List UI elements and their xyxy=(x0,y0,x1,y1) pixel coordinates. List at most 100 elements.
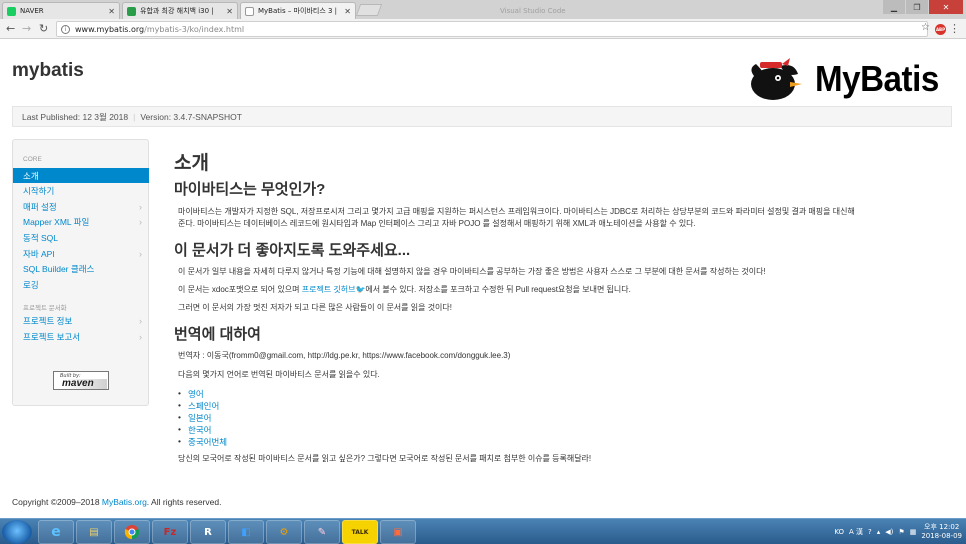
minimize-button[interactable]: ▁ xyxy=(883,0,905,14)
sidebar-item-sql-builder[interactable]: SQL Builder 클래스 xyxy=(13,261,149,276)
network-icon[interactable]: ▦ xyxy=(910,528,917,536)
bird-icon: 🐦 xyxy=(355,285,366,294)
language-link-korean[interactable]: 한국어 xyxy=(178,424,227,436)
shield-favicon-icon xyxy=(127,6,136,16)
sidebar-item-project-info[interactable]: 프로젝트 정보 › xyxy=(13,313,149,328)
clock-date: 2018-08-09 xyxy=(921,532,962,540)
help-p2-text-end: 에서 볼수 있다. 저장소를 포크하고 수정한 뒤 Pull request요청… xyxy=(365,285,631,294)
tab-mybatis[interactable]: MyBatis – 마이바티스 3 | ✕ xyxy=(240,2,356,19)
section-heading-what: 마이바티스는 무엇인가? xyxy=(174,181,326,198)
language-link-japanese[interactable]: 일본어 xyxy=(178,412,227,424)
clock-time: 오후 12:02 xyxy=(924,523,960,531)
tray-arrow-icon[interactable]: ▴ xyxy=(877,528,881,536)
paint-icon[interactable]: ✎ xyxy=(304,520,340,544)
app-gear-icon[interactable]: ⚙ xyxy=(266,520,302,544)
built-by-maven-badge[interactable]: Built by: maven xyxy=(53,371,109,390)
footer-mybatis-link[interactable]: MyBatis.org xyxy=(102,497,147,507)
filezilla-icon[interactable]: Fz xyxy=(152,520,188,544)
sidebar-item-label: 로깅 xyxy=(23,279,39,290)
sidebar-item-label: 시작하기 xyxy=(23,185,55,196)
sidebar-item-label: 매퍼 설정 xyxy=(23,201,57,212)
sidebar-item-project-reports[interactable]: 프로젝트 보고서 › xyxy=(13,329,149,344)
sidebar-item-label: 소개 xyxy=(23,170,39,181)
language-link-english[interactable]: 영어 xyxy=(178,388,227,400)
chevron-right-icon: › xyxy=(139,315,142,326)
help-paragraph-3: 그러면 이 문서의 가장 멋진 저자가 되고 다른 많은 사람들이 이 문서를 … xyxy=(178,303,452,312)
back-arrow-icon[interactable]: ← xyxy=(6,22,15,35)
logo-text[interactable]: MyBatis xyxy=(815,58,939,100)
last-published: Last Published: 12 3월 2018 xyxy=(22,111,129,122)
sidebar-item-mapper-xml[interactable]: Mapper XML 파일 › xyxy=(13,214,149,229)
system-tray: KO A 漢 ? ▴ ◀) ⚑ ▦ 오후 12:02 2018-08-09 xyxy=(834,522,962,542)
chrome-icon[interactable] xyxy=(114,520,150,544)
tab-title: NAVER xyxy=(20,7,44,15)
r-icon[interactable]: R xyxy=(190,520,226,544)
file-explorer-icon[interactable]: ▤ xyxy=(76,520,112,544)
url-path: /mybatis-3/ko/index.html xyxy=(144,24,245,34)
translator-paragraph: 번역자 : 이동국(fromm0@gmail.com, http://ldg.p… xyxy=(178,351,511,360)
language-link-chinese-traditional[interactable]: 중국어번체 xyxy=(178,436,227,448)
chrome-logo-icon xyxy=(124,525,140,540)
kakaotalk-icon[interactable]: TALK xyxy=(342,520,378,544)
language-link-spanish[interactable]: 스페인어 xyxy=(178,400,227,412)
ime-mode[interactable]: A 漢 xyxy=(849,527,863,537)
tab-hyundai[interactable]: 유합과 최강 해치백 i30 | ✕ xyxy=(122,2,238,19)
maximize-button[interactable]: ❐ xyxy=(906,0,928,14)
sidebar-item-java-api[interactable]: 자바 API › xyxy=(13,246,149,261)
nav-header-project-docs: 프로젝트 문서화 xyxy=(23,305,67,312)
footer-text-end: . All rights reserved. xyxy=(146,497,222,507)
divider: | xyxy=(133,111,136,122)
sidebar-item-configuration[interactable]: 매퍼 설정 › xyxy=(13,199,149,214)
sidebar-item-label: 프로젝트 보고서 xyxy=(23,331,81,342)
sidebar-item-dynamic-sql[interactable]: 동적 SQL xyxy=(13,230,149,245)
window-close-button[interactable]: ✕ xyxy=(929,0,963,14)
close-icon[interactable]: ✕ xyxy=(108,7,115,16)
adblock-icon[interactable]: ABP xyxy=(935,24,946,35)
close-icon[interactable]: ✕ xyxy=(344,7,351,16)
reload-icon[interactable]: ↻ xyxy=(39,22,48,35)
tab-title: MyBatis – 마이바티스 3 | xyxy=(258,7,338,15)
site-title[interactable]: mybatis xyxy=(12,60,84,82)
sidebar-item-label: 자바 API xyxy=(23,248,55,259)
browser-toolbar: ← → ↻ i www.mybatis.org /mybatis-3/ko/in… xyxy=(0,19,966,39)
menu-kebab-icon[interactable]: ⋮ xyxy=(949,22,960,35)
start-button[interactable] xyxy=(2,520,32,544)
translation-intro: 다음의 몇가지 언어로 번역된 마이바티스 문서를 읽을수 있다. xyxy=(178,370,380,379)
internet-explorer-icon[interactable]: e xyxy=(38,520,74,544)
footer-copyright: Copyright ©2009–2018 MyBatis.org. All ri… xyxy=(12,497,221,507)
help-p2-text: 이 문서는 xdoc포맷으로 되어 있으며 xyxy=(178,285,302,294)
section-heading-translation: 번역에 대하여 xyxy=(174,326,261,343)
sidebar-item-getting-started[interactable]: 시작하기 xyxy=(13,183,149,198)
volume-icon[interactable]: ◀) xyxy=(885,528,893,536)
tray-help-icon[interactable]: ? xyxy=(868,528,872,536)
address-bar[interactable]: i www.mybatis.org /mybatis-3/ko/index.ht… xyxy=(56,21,928,37)
github-link[interactable]: 프로젝트 깃허브 xyxy=(302,285,356,294)
slides-icon[interactable]: ▣ xyxy=(380,520,416,544)
page-favicon-icon xyxy=(245,6,254,16)
vscode-icon[interactable]: ◧ xyxy=(228,520,264,544)
ghost-window-text: Visual Studio Code xyxy=(500,6,566,15)
what-paragraph-line2: 준다. 마이바티스는 데이터베이스 레코드에 원시타입과 Map 인터페이스 그… xyxy=(178,219,696,228)
flag-icon[interactable]: ⚑ xyxy=(898,528,904,536)
sidebar-item-label: 동적 SQL xyxy=(23,232,59,243)
chevron-right-icon: › xyxy=(139,216,142,227)
close-icon[interactable]: ✕ xyxy=(226,7,233,16)
sidebar-item-label: Mapper XML 파일 xyxy=(23,216,90,227)
help-paragraph-2: 이 문서는 xdoc포맷으로 되어 있으며 프로젝트 깃허브🐦에서 볼수 있다.… xyxy=(178,284,631,296)
version-label: Version: 3.4.7-SNAPSHOT xyxy=(140,111,242,122)
forward-arrow-icon[interactable]: → xyxy=(22,22,31,35)
page-title: 소개 xyxy=(174,153,209,174)
sidebar-item-label: SQL Builder 클래스 xyxy=(23,263,95,274)
nav-header-core: CORE xyxy=(23,156,42,163)
tab-naver[interactable]: NAVER ✕ xyxy=(2,2,120,19)
naver-favicon-icon xyxy=(7,6,16,16)
sidebar-item-logging[interactable]: 로깅 xyxy=(13,277,149,292)
sidebar-item-intro[interactable]: 소개 xyxy=(13,168,149,183)
clock[interactable]: 오후 12:02 2018-08-09 xyxy=(921,523,962,541)
bookmark-star-icon[interactable]: ☆ xyxy=(921,22,930,33)
info-icon[interactable]: i xyxy=(61,24,70,34)
new-tab-button[interactable] xyxy=(355,4,383,16)
ime-language[interactable]: KO xyxy=(834,528,844,536)
published-bar: Last Published: 12 3월 2018 | Version: 3.… xyxy=(12,106,952,127)
help-paragraph-1: 이 문서가 일부 내용을 자세히 다루지 않거나 특정 기능에 대해 설명하지 … xyxy=(178,267,766,276)
